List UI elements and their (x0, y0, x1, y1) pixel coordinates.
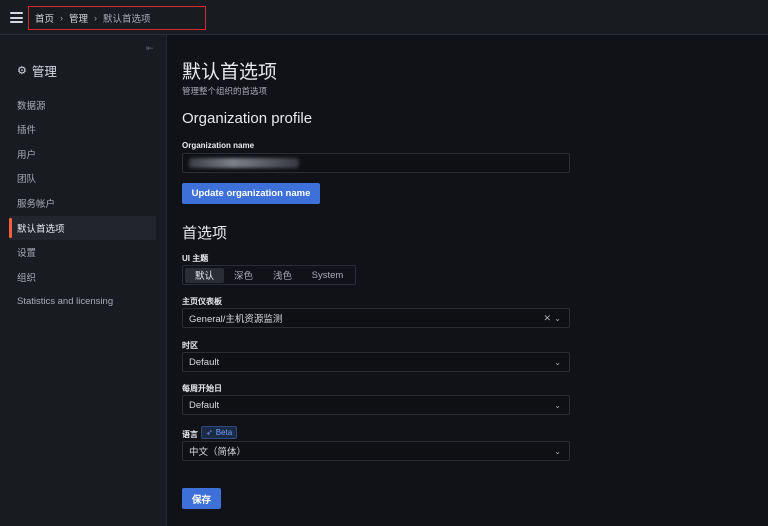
sidebar-item-label: 服务帐户 (17, 199, 56, 210)
ui-theme-selector: 默认 深色 浅色 System (182, 265, 356, 285)
menu-icon[interactable] (10, 12, 23, 23)
theme-option-default[interactable]: 默认 (185, 267, 224, 283)
theme-option-system[interactable]: System (302, 268, 353, 283)
home-dashboard-select[interactable]: General/主机资源监测 ✕ ⌄ (182, 308, 570, 328)
sidebar-item-orgs[interactable]: 组织 (9, 265, 156, 289)
timezone-value: Default (189, 356, 220, 368)
chevron-down-icon: ⌄ (554, 401, 561, 410)
home-dashboard-label: 主页仪表板 (182, 297, 222, 306)
breadcrumb-home[interactable]: 首页 (35, 11, 54, 25)
theme-option-light[interactable]: 浅色 (263, 268, 302, 283)
theme-option-dark[interactable]: 深色 (224, 268, 263, 283)
ui-theme-label: UI 主题 (182, 254, 209, 263)
redacted-value (189, 158, 299, 168)
sidebar-item-default-preferences[interactable]: 默认首选项 (9, 216, 156, 240)
top-bar: 首页 › 管理 › 默认首选项 (0, 0, 768, 35)
org-name-label: Organization name (182, 141, 255, 150)
home-dashboard-value: General/主机资源监测 (189, 314, 283, 325)
sidebar-item-label: 组织 (17, 273, 37, 284)
preferences-heading: 首选项 (182, 225, 228, 242)
rocket-icon: ➶ (206, 428, 213, 437)
sidebar-item-statistics[interactable]: Statistics and licensing (9, 289, 156, 313)
main-content: 默认首选项 管理整个组织的首选项 Organization profile Or… (166, 35, 768, 526)
chevron-down-icon: ⌄ (554, 447, 561, 456)
chevron-down-icon: ⌄ (554, 358, 561, 367)
org-name-input[interactable] (182, 153, 570, 173)
breadcrumb: 首页 › 管理 › 默认首选项 (28, 6, 206, 30)
beta-badge-label: Beta (215, 428, 233, 437)
sidebar-item-datasources[interactable]: 数据源 (9, 93, 156, 117)
breadcrumb-admin[interactable]: 管理 (69, 11, 88, 25)
language-select[interactable]: 中文（简体） ⌄ (182, 441, 570, 461)
sidebar-item-label: 设置 (17, 248, 37, 259)
week-start-value: Default (189, 399, 220, 411)
sidebar-item-label: 默认首选项 (17, 224, 65, 235)
sidebar-item-plugins[interactable]: 插件 (9, 117, 156, 141)
breadcrumb-current: 默认首选项 (103, 14, 151, 25)
week-start-label: 每周开始日 (182, 384, 222, 393)
chevron-down-icon: ⌄ (554, 314, 561, 323)
sidebar-item-label: 数据源 (17, 101, 46, 112)
sidebar-item-service-accounts[interactable]: 服务帐户 (9, 191, 156, 215)
update-org-name-button[interactable]: Update organization name (182, 183, 320, 204)
clear-icon[interactable]: ✕ (543, 313, 551, 324)
language-label: 语言 (182, 430, 198, 439)
sidebar-title: ⚙ 管理 (17, 61, 57, 80)
sidebar-item-label: 插件 (17, 125, 37, 136)
sidebar-item-users[interactable]: 用户 (9, 142, 156, 166)
save-button[interactable]: 保存 (182, 488, 221, 509)
week-start-select[interactable]: Default ⌄ (182, 395, 570, 415)
chevron-right-icon: › (94, 13, 98, 23)
sidebar-item-label: 用户 (17, 150, 37, 161)
chevron-right-icon: › (60, 13, 64, 23)
timezone-select[interactable]: Default ⌄ (182, 352, 570, 372)
language-value: 中文（简体） (189, 447, 247, 458)
gear-icon: ⚙ (17, 65, 27, 77)
sidebar-item-teams[interactable]: 团队 (9, 166, 156, 190)
sidebar-item-settings[interactable]: 设置 (9, 240, 156, 264)
sidebar: ⇤ ⚙ 管理 数据源 插件 用户 团队 服务帐户 默认首选项 设置 组织 Sta… (0, 35, 167, 526)
org-profile-heading: Organization profile (182, 110, 313, 127)
sidebar-item-label: Statistics and licensing (17, 295, 114, 307)
page-subtitle: 管理整个组织的首选项 (182, 86, 268, 96)
sidebar-item-label: 团队 (17, 174, 37, 185)
beta-badge: ➶ Beta (201, 426, 238, 439)
page-title: 默认首选项 (182, 62, 278, 83)
collapse-sidebar-icon[interactable]: ⇤ (146, 43, 154, 54)
timezone-label: 时区 (182, 341, 198, 350)
sidebar-title-label: 管理 (31, 65, 57, 79)
